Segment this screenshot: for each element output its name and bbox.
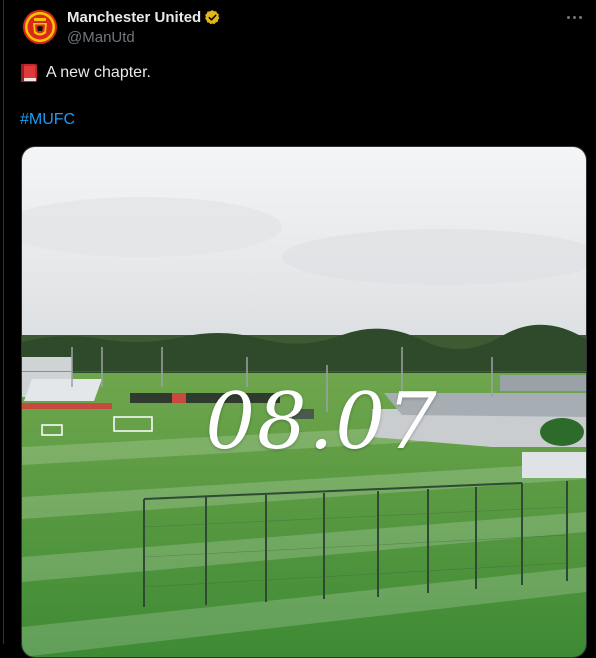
video-date-overlay: 08.07 xyxy=(205,377,439,467)
timeline-border xyxy=(3,0,4,644)
verified-badge-icon xyxy=(205,9,220,24)
author-name[interactable]: Manchester United xyxy=(67,9,201,26)
post-text-content: A new chapter. xyxy=(46,64,151,81)
media-video[interactable]: 08.07 xyxy=(21,146,587,658)
more-dot-icon xyxy=(566,15,570,19)
club-crest-icon xyxy=(23,10,57,44)
avatar[interactable] xyxy=(22,9,58,45)
more-dot-icon xyxy=(578,15,582,19)
author-row: Manchester United xyxy=(67,8,221,26)
book-icon xyxy=(21,64,37,82)
author-handle[interactable]: @ManUtd xyxy=(67,29,135,46)
post-text: A new chapter. xyxy=(20,62,151,84)
more-options-button[interactable] xyxy=(564,8,584,26)
hashtag-link[interactable]: #MUFC xyxy=(20,111,75,129)
more-dot-icon xyxy=(572,15,576,19)
